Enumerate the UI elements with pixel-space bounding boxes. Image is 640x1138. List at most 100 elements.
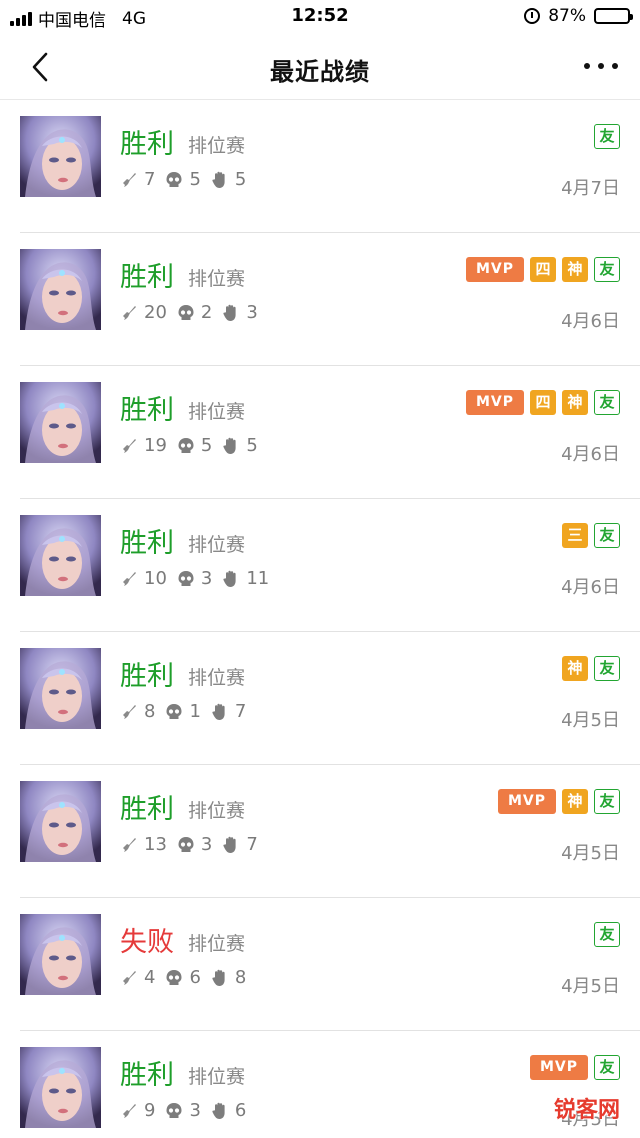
assists-count: 7 <box>246 834 258 855</box>
assists-count: 8 <box>234 967 247 988</box>
you-badge: 友 <box>594 656 620 681</box>
kills-count: 7 <box>144 169 156 190</box>
match-result: 胜利 <box>120 794 174 825</box>
hero-avatar <box>20 515 101 596</box>
assists-count: 6 <box>234 1100 247 1121</box>
match-row[interactable]: 胜利 排位赛 9 3 6 MVP 友 4月5日 <box>20 1031 640 1138</box>
you-badge: 友 <box>594 523 620 548</box>
si-badge: 四 <box>530 390 556 415</box>
dot-icon <box>584 63 590 69</box>
kda-stats: 7 5 5 <box>120 169 256 190</box>
badge-group: MVP 四神友 <box>466 257 620 282</box>
kda-stats: 9 3 6 <box>120 1100 256 1121</box>
dot-icon <box>598 63 604 69</box>
hero-avatar <box>20 648 101 729</box>
match-date: 4月5日 <box>561 710 620 731</box>
hero-avatar <box>20 914 101 995</box>
deaths-count: 5 <box>200 435 213 456</box>
kills-count: 10 <box>144 568 167 589</box>
dot-icon <box>612 63 618 69</box>
badge-group: MVP 神友 <box>498 789 620 814</box>
more-options-button[interactable] <box>584 54 618 78</box>
shen-badge: 神 <box>562 390 588 415</box>
deaths-count: 3 <box>200 834 213 855</box>
deaths-count: 3 <box>200 568 213 589</box>
game-mode: 排位赛 <box>188 933 246 955</box>
kills-count: 8 <box>144 701 156 722</box>
kda-stats: 4 6 8 <box>120 967 256 988</box>
hand-icon <box>223 304 236 321</box>
mvp-badge: MVP <box>498 789 556 814</box>
match-row[interactable]: 胜利 排位赛 19 5 5 MVP 四神友 4月6日 <box>20 366 640 499</box>
match-row[interactable]: 胜利 排位赛 8 1 7 神友 4月5日 <box>20 632 640 765</box>
match-row[interactable]: 失败 排位赛 4 6 8 友 4月5日 <box>20 898 640 1031</box>
alarm-icon <box>524 8 541 24</box>
hero-avatar <box>20 249 101 330</box>
hero-avatar <box>20 116 101 197</box>
mvp-badge: MVP <box>466 257 524 282</box>
skull-icon <box>166 1102 182 1118</box>
assists-count: 5 <box>246 435 258 456</box>
game-mode: 排位赛 <box>188 667 246 689</box>
kda-stats: 13 3 7 <box>120 834 268 855</box>
mvp-badge: MVP <box>466 390 524 415</box>
badge-group: MVP 四神友 <box>466 390 620 415</box>
skull-icon <box>166 171 182 187</box>
skull-icon <box>178 304 194 320</box>
game-mode: 排位赛 <box>188 1066 246 1088</box>
sword-icon <box>123 837 136 852</box>
game-mode: 排位赛 <box>188 401 246 423</box>
sword-icon <box>123 970 136 985</box>
battery-icon <box>594 8 633 24</box>
deaths-count: 6 <box>189 967 201 988</box>
match-date: 4月5日 <box>561 976 620 997</box>
shen-badge: 神 <box>562 656 588 681</box>
deaths-count: 1 <box>189 701 201 722</box>
you-badge: 友 <box>594 257 620 282</box>
match-date: 4月6日 <box>561 577 620 598</box>
match-row[interactable]: 胜利 排位赛 13 3 7 MVP 神友 4月5日 <box>20 765 640 898</box>
match-row[interactable]: 胜利 排位赛 7 5 5 友 4月7日 <box>20 100 640 233</box>
shen-badge: 神 <box>562 789 588 814</box>
kda-stats: 10 3 11 <box>120 568 279 589</box>
match-row[interactable]: 胜利 排位赛 10 3 11 三友 4月6日 <box>20 499 640 632</box>
kills-count: 20 <box>144 302 167 323</box>
sword-icon <box>123 1103 136 1118</box>
hero-avatar <box>20 382 101 463</box>
you-badge: 友 <box>594 124 620 149</box>
match-date: 4月6日 <box>561 311 620 332</box>
match-result: 胜利 <box>120 262 174 293</box>
page-title: 最近战绩 <box>270 58 370 86</box>
badge-group: 神友 <box>562 656 620 681</box>
hand-icon <box>212 703 225 720</box>
mvp-badge: MVP <box>530 1055 588 1080</box>
kda-stats: 20 2 3 <box>120 302 268 323</box>
match-result: 胜利 <box>120 1060 174 1091</box>
game-mode: 排位赛 <box>188 800 246 822</box>
sword-icon <box>123 704 136 719</box>
skull-icon <box>178 437 194 453</box>
match-result: 失败 <box>120 927 174 958</box>
deaths-count: 2 <box>200 302 213 323</box>
hand-icon <box>212 969 225 986</box>
si-badge: 四 <box>530 257 556 282</box>
hand-icon <box>212 1102 225 1119</box>
kda-stats: 19 5 5 <box>120 435 268 456</box>
match-row[interactable]: 胜利 排位赛 20 2 3 MVP 四神友 4月6日 <box>20 233 640 366</box>
san-badge: 三 <box>562 523 588 548</box>
watermark-logo: 锐客网 <box>553 1098 620 1123</box>
sword-icon <box>123 172 136 187</box>
battery-percent: 87% <box>548 6 586 26</box>
skull-icon <box>178 570 194 586</box>
deaths-count: 5 <box>189 169 201 190</box>
match-date: 4月5日 <box>561 843 620 864</box>
you-badge: 友 <box>594 789 620 814</box>
you-badge: 友 <box>594 922 620 947</box>
badge-group: MVP 友 <box>530 1055 620 1080</box>
match-result: 胜利 <box>120 129 174 160</box>
match-result: 胜利 <box>120 395 174 426</box>
match-result: 胜利 <box>120 661 174 692</box>
hero-avatar <box>20 1047 101 1128</box>
nav-bar: 最近战绩 <box>0 34 640 100</box>
kills-count: 19 <box>144 435 167 456</box>
